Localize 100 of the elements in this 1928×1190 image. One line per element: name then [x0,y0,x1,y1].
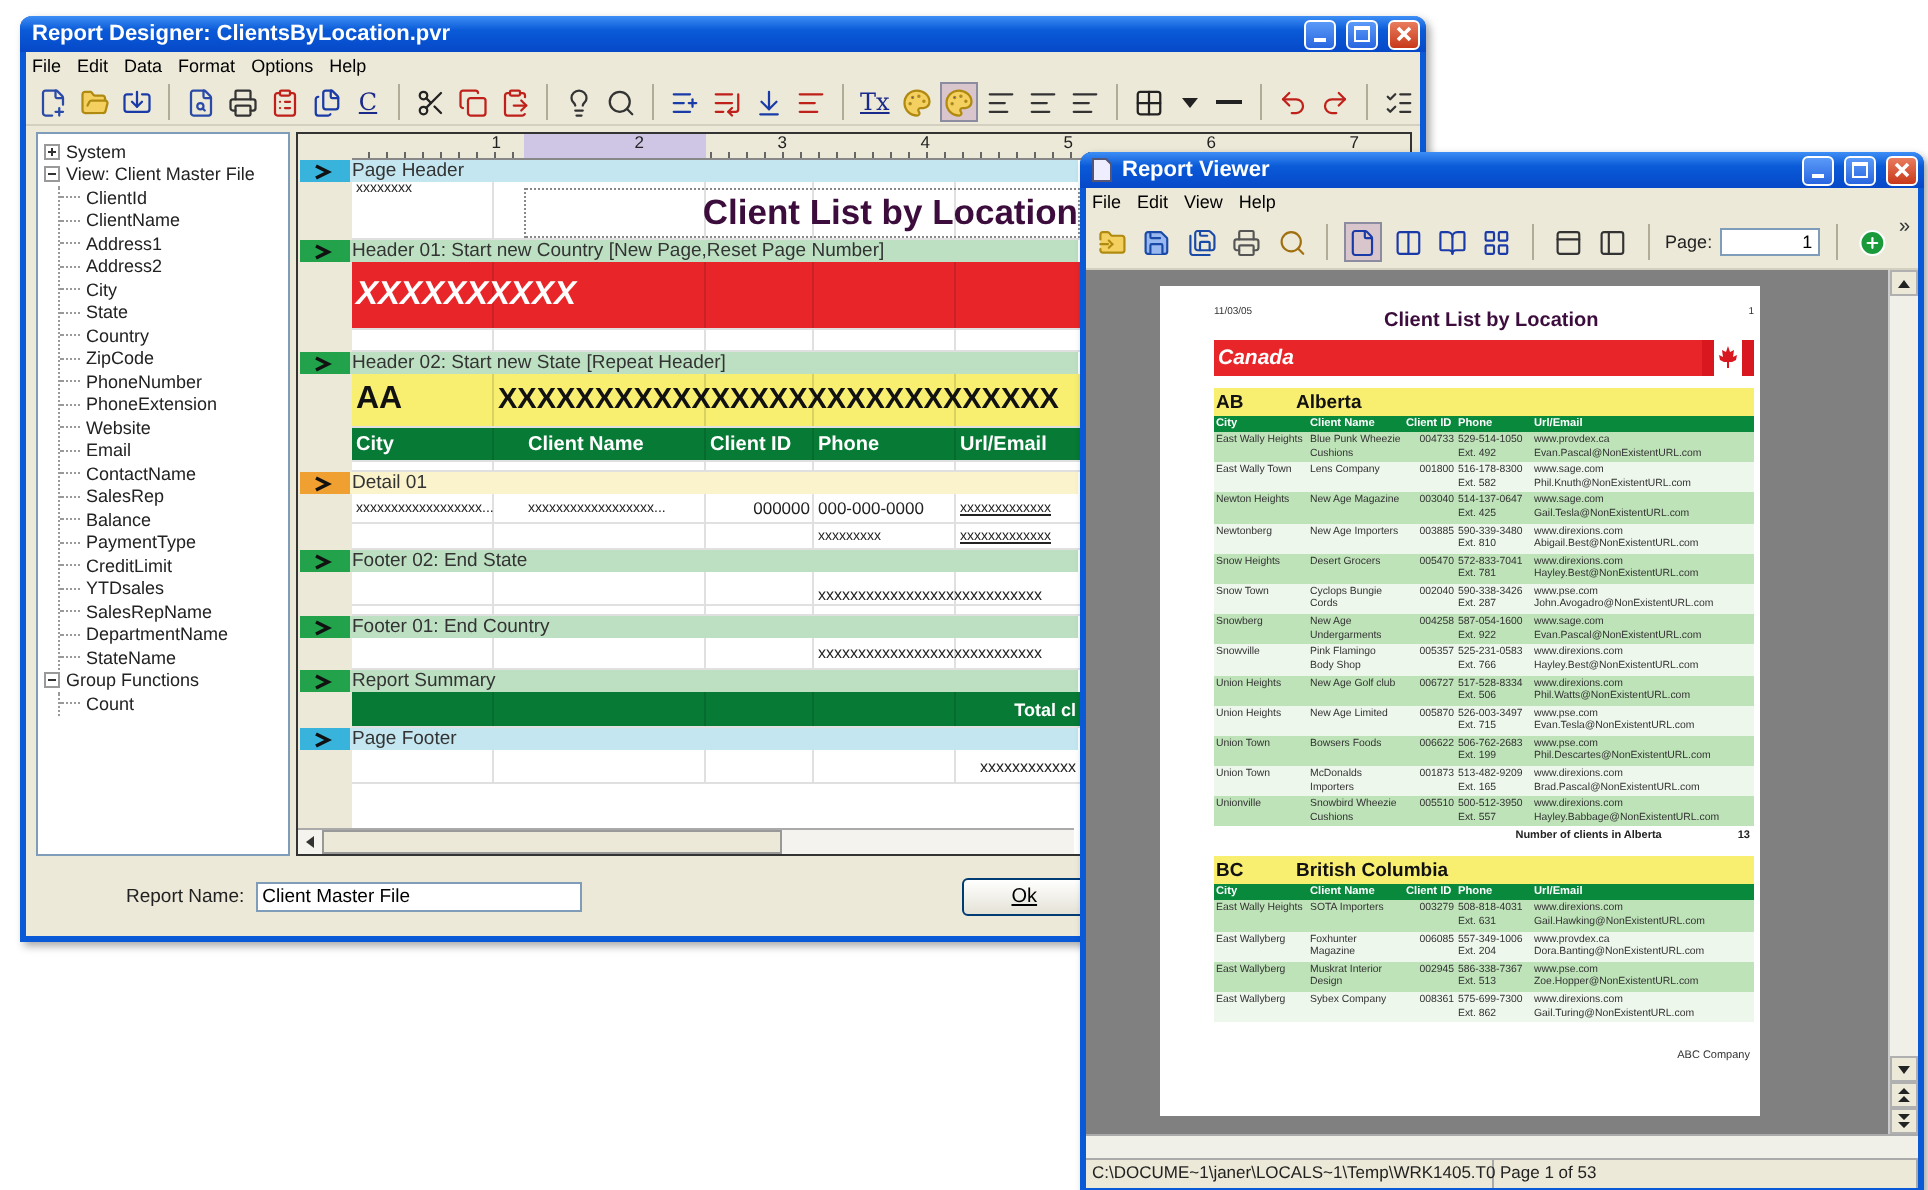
tree-item[interactable]: SalesRepName [86,601,213,622]
client-id-field: 000000 [749,498,814,518]
save-icon [1142,227,1172,257]
tree-item[interactable]: State [86,302,129,323]
status-file-path: C:\DOCUME~1\janer\LOCALS~1\Temp\WRK1405.T0 [1086,1160,1494,1188]
tree-item[interactable]: PhoneExtension [86,394,218,415]
minimize-button[interactable] [1304,19,1336,49]
ruler-number: 7 [1349,134,1359,150]
tree-item[interactable]: ZipCode [86,348,155,369]
vertical-scrollbar[interactable] [1888,270,1918,1134]
collapse-icon[interactable] [44,166,60,183]
band-marker[interactable] [300,550,350,572]
maximize-icon [1354,26,1370,42]
toolbar-button[interactable] [1344,222,1381,262]
band-marker[interactable] [300,472,350,494]
menu-item[interactable]: Data [124,56,163,76]
tree-item[interactable]: Address1 [86,233,163,254]
band-marker[interactable] [300,670,350,692]
tree-item[interactable]: CreditLimit [86,555,173,576]
band-marker[interactable] [300,160,350,182]
menu-item[interactable]: Format [178,56,236,76]
band-marker[interactable] [300,728,350,750]
chevron-icon [314,553,332,569]
tree-item[interactable]: StateName [86,647,177,668]
toolbar-button[interactable]: C [350,82,386,122]
down-arrow-icon [1898,1065,1910,1073]
ruler-number: 2 [634,134,644,150]
band-marker[interactable] [300,240,350,262]
state-name: British Columbia [1296,859,1449,882]
menu-item[interactable]: File [1092,192,1122,212]
column-heading: Phone [816,433,882,455]
bulb-icon [564,87,594,117]
band-header[interactable]: Page Footer [350,728,1078,750]
tree-item[interactable]: DepartmentName [86,624,229,645]
horizontal-scrollbar[interactable] [298,828,1074,854]
collapse-icon[interactable] [44,672,60,689]
band-header[interactable]: Report Summary [350,670,1078,692]
previous-page-button[interactable] [1890,1082,1918,1108]
menu-item[interactable]: Help [329,56,367,76]
document-icon [1092,158,1112,182]
horizontal-scrollbar[interactable] [1086,1134,1918,1158]
scroll-up-button[interactable] [1890,270,1918,296]
next-page-button[interactable] [1890,1108,1918,1134]
close-button[interactable] [1388,19,1420,49]
toolbar-overflow[interactable]: » [1898,216,1911,238]
minimize-button[interactable] [1802,155,1834,185]
tree-item[interactable]: SalesRep [86,486,165,507]
search-icon [606,87,636,117]
window-title: Report Viewer [1122,158,1272,182]
tree-item[interactable]: Count [86,693,135,714]
band-marker[interactable] [300,352,350,374]
band-header[interactable]: Page Header [350,160,1078,182]
page-field[interactable]: 1 [1720,228,1821,256]
report-name-field[interactable]: Client Master File [256,881,583,911]
tree-item[interactable]: System [66,141,127,162]
tree-item[interactable]: Country [86,325,150,346]
chevron-icon [314,619,332,635]
tree-item[interactable]: ClientId [86,187,148,208]
phone-field: 000-000-0000 [814,498,928,518]
state-code: AB [1214,391,1246,413]
menu-item[interactable]: Edit [77,56,109,76]
maximize-button[interactable] [1844,155,1876,185]
menu-item[interactable]: View [1184,192,1223,212]
maximize-button[interactable] [1346,19,1378,49]
save-all-icon [1187,227,1217,257]
close-icon [1894,162,1910,178]
page-label: Page: [1665,232,1713,252]
tree-item[interactable]: Address2 [86,256,163,277]
tree-item[interactable]: Group Functions [66,670,200,691]
tree-item[interactable]: Website [86,417,151,438]
page-panel-icon [1598,227,1628,257]
menu-item[interactable]: Help [1238,192,1276,212]
menu-item[interactable]: File [32,56,62,76]
band-marker[interactable] [300,616,350,638]
field-label: Report Name: [126,885,245,907]
band-header[interactable]: Header 01: Start new Country [New Page,Reset Page Number] [350,240,1078,262]
tree-item[interactable]: ContactName [86,463,197,484]
close-icon [1396,26,1412,42]
state-name-field: XXXXXXXXXXXXXXXXXXXXXXXXXXXXX [494,384,1063,416]
tree-item[interactable]: City [86,279,117,300]
tree-item[interactable]: YTDsales [86,578,165,599]
search-icon [1277,227,1307,257]
tree-item[interactable]: PaymentType [86,532,197,553]
caret-icon [1181,97,1198,107]
tree-item[interactable]: View: Client Master File [66,164,255,185]
tree-item[interactable]: Email [86,440,132,461]
tree-item[interactable]: Balance [86,509,152,530]
band-header[interactable]: Detail 01 [350,472,1078,494]
band-header[interactable]: Footer 01: End Country [350,616,1078,638]
band-header[interactable]: Footer 02: End State [350,550,1078,572]
menu-item[interactable]: Options [251,56,314,76]
menu-item[interactable]: Edit [1137,192,1169,212]
expand-icon[interactable] [44,143,60,160]
close-button[interactable] [1886,155,1918,185]
tree-item[interactable]: PhoneNumber [86,371,203,392]
report-title: Client List by Location [524,188,1080,238]
scroll-down-button[interactable] [1890,1056,1918,1082]
band-header[interactable]: Header 02: Start new State [Repeat Header] [350,352,1078,374]
tree-item[interactable]: ClientName [86,210,181,231]
toolbar-button[interactable]: Tx [856,82,894,122]
